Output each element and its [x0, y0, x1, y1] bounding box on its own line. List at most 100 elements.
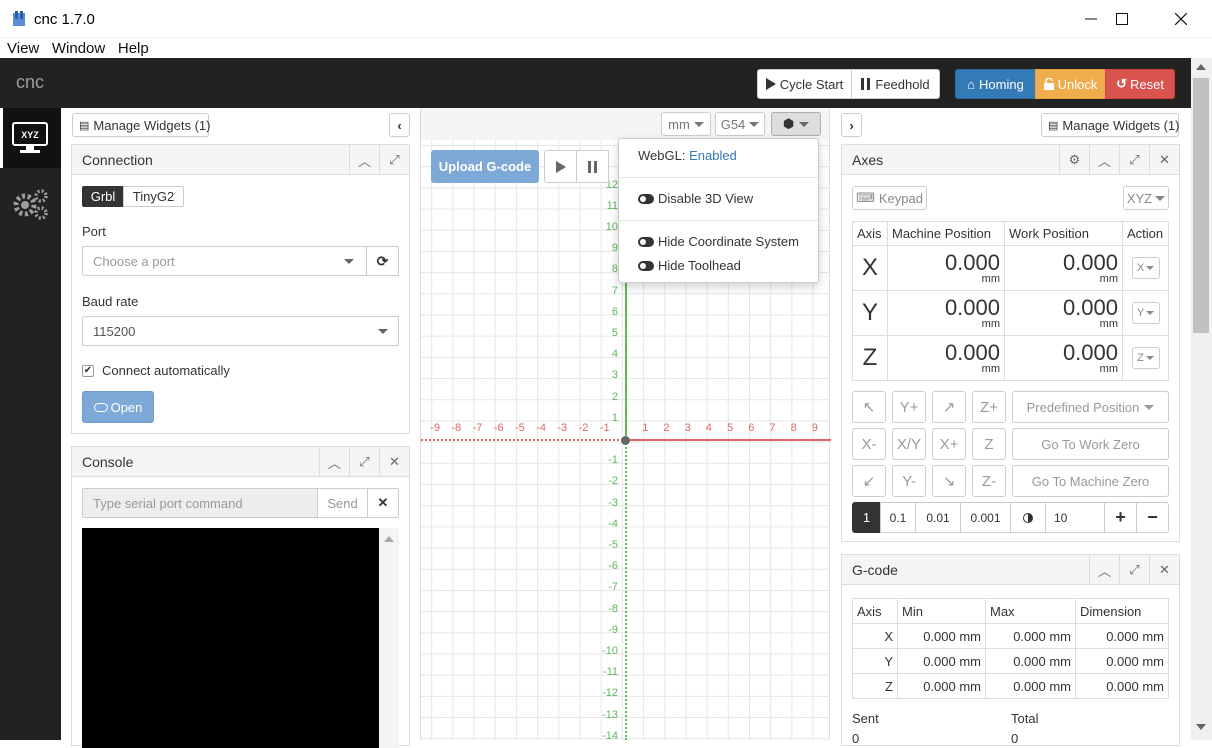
menu-item-hide-coordinate[interactable]: Hide Coordinate System: [638, 234, 799, 249]
upload-gcode-button[interactable]: Upload G-code: [431, 150, 539, 183]
jog-xplus-yminus-button[interactable]: ↘: [932, 465, 966, 497]
jog-xminus-yminus-button[interactable]: ↙: [852, 465, 886, 497]
fullscreen-button[interactable]: ⤢: [1119, 555, 1149, 585]
fullscreen-button[interactable]: ⤢: [349, 447, 379, 477]
send-button[interactable]: Send: [317, 488, 368, 518]
clear-console-button[interactable]: ✕: [367, 488, 399, 518]
collapse-button[interactable]: ︿: [349, 145, 379, 175]
settings-button[interactable]: ⚙: [1059, 145, 1089, 175]
work-position: 0.000 mm: [1004, 290, 1123, 336]
custom-step-input[interactable]: 10: [1045, 502, 1105, 533]
gcode-bounds-table: Axis Min Max Dimension X 0.000 mm 0.000 mm 0.0…: [852, 598, 1169, 699]
jog-zminus-button[interactable]: Z-: [972, 465, 1006, 497]
jog-xplus-button[interactable]: X+: [932, 428, 966, 460]
caret-icon: [1146, 266, 1155, 270]
jog-yplus-button[interactable]: Y+: [892, 391, 926, 423]
menu-view[interactable]: View: [7, 38, 39, 60]
custom-step-toggle[interactable]: [1010, 502, 1046, 533]
wcs-dropdown[interactable]: G54: [715, 112, 765, 136]
auto-connect-checkbox[interactable]: ✔: [82, 365, 94, 377]
step-0-1-button[interactable]: 0.1: [880, 502, 916, 533]
step-0-001-button[interactable]: 0.001: [960, 502, 1011, 533]
step-0-01-button[interactable]: 0.01: [915, 502, 961, 533]
tab-tinyg2[interactable]: TinyG2: [123, 186, 184, 207]
close-widget-button[interactable]: ✕: [1149, 145, 1179, 175]
close-widget-button[interactable]: ✕: [1149, 555, 1179, 585]
jog-zplus-button[interactable]: Z+: [972, 391, 1006, 423]
keypad-button[interactable]: ⌨ Keypad: [852, 186, 927, 210]
port-select[interactable]: Choose a port: [82, 246, 367, 276]
x-axis-tick-label: -9: [430, 422, 440, 434]
fullscreen-button[interactable]: ⤢: [1119, 145, 1149, 175]
axes-widget: Axes ⚙ ︿ ⤢ ✕ ⌨ Keypad XYZ Axis Machine Pos…: [841, 144, 1180, 542]
jog-xplus-yplus-button[interactable]: ↗: [932, 391, 966, 423]
axis-action-y[interactable]: Y: [1131, 302, 1160, 324]
go-to-machine-zero-button[interactable]: Go To Machine Zero: [1012, 465, 1169, 497]
reset-button[interactable]: ↺ Reset: [1105, 69, 1175, 99]
collapse-button[interactable]: ︿: [1089, 145, 1119, 175]
toggle-icon: [638, 194, 654, 204]
menu-window[interactable]: Window: [52, 38, 105, 60]
fullscreen-button[interactable]: ⤢: [379, 145, 409, 175]
go-to-work-zero-button[interactable]: Go To Work Zero: [1012, 428, 1169, 460]
predefined-position-dropdown[interactable]: Predefined Position: [1012, 391, 1169, 423]
menu-item-hide-toolhead[interactable]: Hide Toolhead: [638, 258, 741, 273]
cycle-start-button[interactable]: Cycle Start: [757, 69, 852, 99]
scrollbar-thumb[interactable]: [1193, 78, 1209, 333]
pause-button[interactable]: [576, 150, 609, 183]
jog-z-zero-button[interactable]: Z: [972, 428, 1006, 460]
scroll-up-icon[interactable]: [384, 536, 394, 542]
open-button[interactable]: Open: [82, 391, 154, 423]
contrast-icon: [1023, 512, 1033, 523]
scroll-up-icon[interactable]: [1196, 64, 1206, 70]
jog-yminus-button[interactable]: Y-: [892, 465, 926, 497]
collapse-right-button[interactable]: ›: [841, 113, 862, 137]
feedhold-button[interactable]: Feedhold: [851, 69, 940, 99]
console-header: Console ︿ ⤢ ✕: [72, 447, 409, 477]
undo-icon: ↺: [1116, 76, 1127, 91]
jog-xminus-yplus-button[interactable]: ↖: [852, 391, 886, 423]
menu-help[interactable]: Help: [118, 38, 149, 60]
chevron-right-icon: ›: [849, 117, 854, 133]
view-options-dropdown[interactable]: ⬢: [771, 112, 821, 136]
axis-name: X: [852, 245, 888, 291]
scroll-down-icon[interactable]: [1196, 724, 1206, 730]
baud-select[interactable]: 115200: [82, 316, 399, 346]
collapse-button[interactable]: ︿: [319, 447, 349, 477]
axis-select-dropdown[interactable]: XYZ: [1123, 186, 1169, 210]
jog-xminus-button[interactable]: X-: [852, 428, 886, 460]
close-window-button[interactable]: [1152, 0, 1210, 38]
table-row: X 0.000 mm 0.000 mm 0.000 mm: [852, 623, 1169, 649]
run-button[interactable]: [544, 150, 577, 183]
close-icon: ✕: [377, 495, 389, 510]
step-decrease-button[interactable]: −: [1136, 502, 1169, 533]
refresh-ports-button[interactable]: ⟳: [366, 246, 399, 276]
right-manage-widgets-button[interactable]: ▤ Manage Widgets (1): [1041, 113, 1179, 137]
console-terminal[interactable]: [82, 528, 379, 748]
step-increase-button[interactable]: +: [1104, 502, 1137, 533]
axis-action-x[interactable]: X: [1131, 257, 1160, 279]
jog-xy-zero-button[interactable]: X/Y: [892, 428, 926, 460]
unlock-button[interactable]: Unlock: [1035, 69, 1106, 99]
tab-grbl[interactable]: Grbl: [82, 186, 124, 207]
x-axis-tick-label: 6: [748, 422, 755, 434]
page-scrollbar[interactable]: [1191, 58, 1212, 740]
y-axis-tick-label: 1: [611, 411, 618, 424]
homing-button[interactable]: ⌂ Homing: [955, 69, 1036, 99]
step-1-button[interactable]: 1: [852, 502, 881, 533]
console-input[interactable]: Type serial port command: [82, 488, 318, 518]
left-manage-widgets-button[interactable]: ▤ Manage Widgets (1): [72, 113, 210, 137]
collapse-left-button[interactable]: ‹: [389, 113, 410, 137]
axes-header-work: Work Position: [1004, 221, 1123, 246]
console-scrollbar[interactable]: [379, 528, 399, 748]
axis-action-z[interactable]: Z: [1131, 347, 1160, 369]
maximize-button[interactable]: [1093, 0, 1151, 38]
units-dropdown[interactable]: mm: [661, 112, 711, 136]
close-widget-button[interactable]: ✕: [379, 447, 409, 477]
menu-item-disable-3d[interactable]: Disable 3D View: [638, 191, 753, 206]
collapse-button[interactable]: ︿: [1089, 555, 1119, 585]
sidebar-item-workspace[interactable]: XYZ: [0, 108, 61, 168]
sidebar-item-settings[interactable]: [12, 186, 50, 225]
x-axis-tick-label: 5: [727, 422, 734, 434]
window-title: cnc 1.7.0: [34, 11, 95, 28]
